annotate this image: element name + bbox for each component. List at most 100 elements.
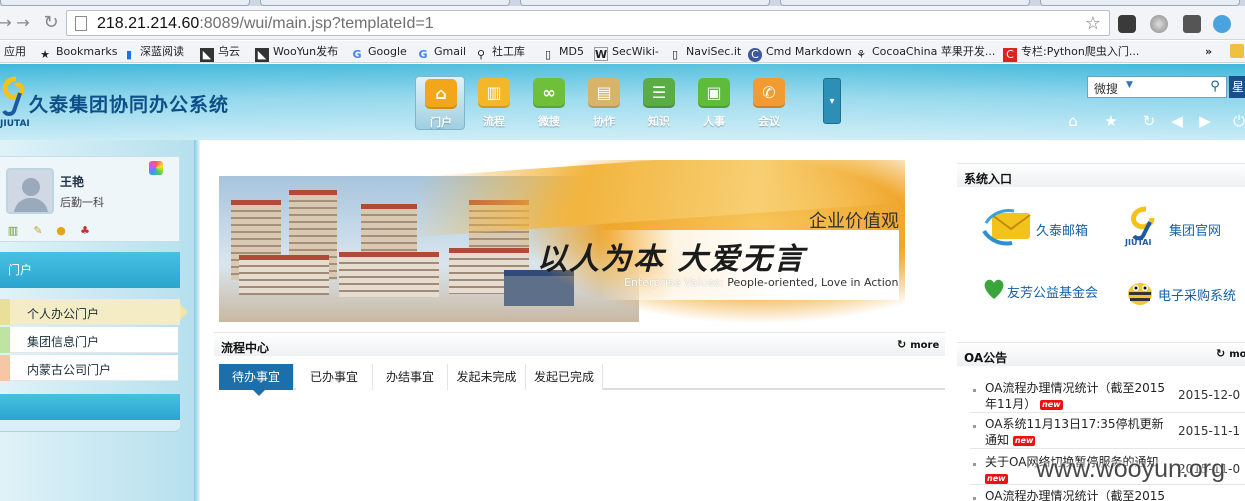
search-button[interactable]: 星 bbox=[1229, 76, 1245, 98]
extension-icon[interactable] bbox=[1118, 15, 1136, 33]
bookmark-item[interactable]: C Cmd Markdown bbox=[748, 44, 852, 62]
divider bbox=[970, 448, 1245, 449]
flow-more-link[interactable]: ↻ more bbox=[897, 338, 939, 351]
nav-workflow[interactable]: ▥ 流程 bbox=[469, 76, 519, 130]
bookmark-item[interactable]: ▯ MD5 bbox=[541, 44, 584, 61]
theme-palette-icon[interactable] bbox=[149, 161, 163, 175]
bullet bbox=[973, 463, 976, 466]
bee-icon bbox=[1128, 283, 1152, 305]
nav-portal[interactable]: ⌂ 门户 bbox=[415, 76, 465, 130]
page-icon: ▯ bbox=[544, 48, 552, 61]
list-item[interactable]: OA系统11月13日17:35停机更新通知 new 2015-11-1 bbox=[957, 408, 1245, 448]
sidebar-item-personal-portal[interactable]: 个人办公门户 bbox=[0, 299, 188, 325]
sidebar-item-label: 内蒙古公司门户 bbox=[27, 363, 112, 377]
banner-slogan: 以人为本 大爱无言 bbox=[537, 242, 806, 277]
nav-label: 门户 bbox=[430, 116, 452, 129]
header-search[interactable]: 微搜 ▼ ⚲ bbox=[1087, 76, 1227, 98]
link-group-website[interactable]: 集团官网 bbox=[1169, 220, 1221, 239]
bookmark-star-icon[interactable]: ☆ bbox=[1085, 13, 1101, 34]
bullet bbox=[973, 389, 976, 392]
cmd-icon: C bbox=[748, 48, 762, 62]
csdn-icon: C bbox=[1003, 48, 1017, 62]
extension-icon[interactable] bbox=[1183, 15, 1201, 33]
bookmark-apps[interactable]: 应用 bbox=[4, 44, 26, 60]
search-icon[interactable]: ⚲ bbox=[1206, 79, 1224, 95]
nav-collaboration[interactable]: ▤ 协作 bbox=[579, 76, 629, 130]
mail-icon bbox=[982, 209, 1031, 246]
bookmark-item[interactable]: G Google bbox=[350, 44, 406, 61]
infinity-icon: ∞ bbox=[533, 78, 565, 108]
sidebar-footer-bar bbox=[0, 394, 180, 420]
edit-note-icon[interactable]: ✎ bbox=[31, 224, 45, 238]
nav-label: 会议 bbox=[758, 115, 780, 128]
corporate-values-banner: 企业价值观 以人为本 大爱无言 Enterprise Values: Peopl… bbox=[219, 160, 905, 322]
nav-hr[interactable]: ▣ 人事 bbox=[689, 76, 739, 130]
notice-more-link[interactable]: ↻ mo bbox=[1216, 347, 1245, 360]
folder-icon[interactable] bbox=[1230, 44, 1245, 60]
wiki-icon: W bbox=[594, 47, 608, 61]
user-name: 王艳 bbox=[60, 175, 85, 189]
favorite-star-icon[interactable]: ★ bbox=[1101, 111, 1121, 131]
bookmark-item[interactable]: ◣ WooYun发布 bbox=[255, 44, 338, 62]
lock-icon[interactable]: ● bbox=[54, 224, 68, 238]
bookmarks-overflow[interactable]: » bbox=[1205, 44, 1212, 60]
sidebar-section-header[interactable]: 门户 bbox=[0, 252, 180, 288]
item-marker bbox=[0, 299, 10, 325]
tab-pending[interactable]: 待办事宜 bbox=[219, 364, 294, 396]
forward-icon[interactable]: → bbox=[14, 14, 32, 32]
banner-title: 企业价值观 bbox=[809, 211, 899, 232]
item-marker bbox=[0, 355, 10, 381]
home-icon[interactable]: ⌂ bbox=[1063, 111, 1083, 131]
back-icon[interactable]: → bbox=[0, 14, 14, 32]
search-scope[interactable]: 微搜 bbox=[1094, 80, 1118, 97]
address-bar[interactable]: 218.21.214.60:8089/wui/main.jsp?template… bbox=[66, 10, 1110, 36]
tab-processed[interactable]: 已办事宜 bbox=[296, 364, 373, 390]
bookmark-icon: ▮ bbox=[125, 48, 133, 61]
banner-english: Enterprise Values: People-oriented, Love… bbox=[624, 276, 899, 289]
bookmark-item[interactable]: W SecWiki- bbox=[594, 44, 659, 61]
bookmark-item[interactable]: ◣ 乌云 bbox=[200, 44, 240, 62]
list-item[interactable]: OA流程办理情况统计（截至2015年11月） new 2015-12-0 bbox=[957, 372, 1245, 412]
stack-icon: ☰ bbox=[643, 78, 675, 108]
notice-title[interactable]: OA系统11月13日17:35停机更新通知 new bbox=[985, 416, 1175, 448]
link-e-procurement[interactable]: 电子采购系统 bbox=[1158, 285, 1236, 304]
app-title: 久泰集团协同办公系统 bbox=[29, 94, 230, 116]
extension-icon[interactable] bbox=[1150, 15, 1168, 33]
bookmark-item[interactable]: ▯ NaviSec.it bbox=[668, 44, 741, 61]
cocoa-icon: ⚘ bbox=[856, 48, 866, 61]
bookmark-item[interactable]: C 专栏:Python爬虫入门... bbox=[1003, 44, 1139, 62]
nav-label: 知识 bbox=[648, 115, 670, 128]
nav-label: 协作 bbox=[593, 115, 615, 128]
org-chart-icon[interactable]: ♣ bbox=[78, 224, 92, 238]
forward-arrow-icon[interactable]: ▶ bbox=[1195, 111, 1215, 131]
nav-label: 流程 bbox=[483, 115, 505, 128]
bookmark-item[interactable]: ⚘ CocoaChina 苹果开发... bbox=[854, 44, 995, 61]
refresh-icon[interactable]: ↻ bbox=[1139, 111, 1159, 131]
sidebar-item-group-portal[interactable]: 集团信息门户 bbox=[0, 327, 178, 353]
extension-icon[interactable] bbox=[1213, 15, 1231, 33]
nav-search[interactable]: ∞ 微搜 bbox=[524, 76, 574, 130]
nav-meeting[interactable]: ✆ 会议 bbox=[744, 76, 794, 130]
bookmark-item[interactable]: ▮ 深蓝阅读 bbox=[122, 44, 184, 61]
page-icon: ▯ bbox=[671, 48, 679, 61]
link-youfang-foundation[interactable]: 友芳公益基金会 bbox=[1007, 282, 1098, 301]
wooyun-icon: ◣ bbox=[200, 48, 214, 62]
link-jiutai-mail[interactable]: 久泰邮箱 bbox=[1036, 220, 1088, 239]
power-icon[interactable]: ⏻ bbox=[1229, 111, 1245, 131]
bookmark-item[interactable]: ★ Bookmarks bbox=[38, 44, 117, 61]
reload-icon[interactable]: ↻ bbox=[42, 14, 60, 32]
chart-icon: ▥ bbox=[478, 78, 510, 108]
chevron-down-icon[interactable]: ▼ bbox=[1126, 80, 1133, 90]
back-arrow-icon[interactable]: ◀ bbox=[1167, 111, 1187, 131]
book-icon[interactable]: ▥ bbox=[6, 224, 20, 238]
tab-initiated-unfinished[interactable]: 发起未完成 bbox=[448, 364, 526, 390]
tab-initiated-finished[interactable]: 发起已完成 bbox=[526, 364, 603, 390]
sidebar-item-inner-mongolia-portal[interactable]: 内蒙古公司门户 bbox=[0, 355, 178, 381]
bookmark-item[interactable]: ⚲ 社工库 bbox=[474, 44, 525, 61]
notice-title[interactable]: OA流程办理情况统计（截至2015 bbox=[985, 488, 1175, 501]
bookmark-item[interactable]: G Gmail bbox=[416, 44, 466, 61]
avatar[interactable] bbox=[6, 168, 54, 214]
nav-knowledge[interactable]: ☰ 知识 bbox=[634, 76, 684, 130]
tab-completed[interactable]: 办结事宜 bbox=[373, 364, 448, 390]
nav-more-dropdown[interactable]: ▾ bbox=[823, 78, 841, 124]
